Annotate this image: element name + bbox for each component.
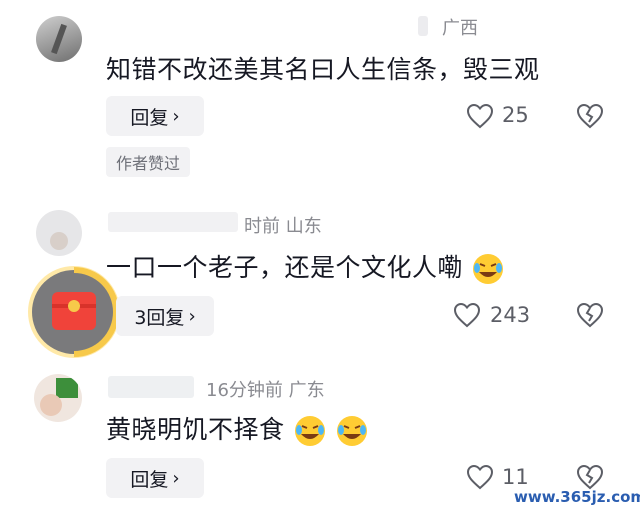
progress-ring — [73, 267, 119, 357]
laughing-emoji-icon — [473, 254, 504, 284]
comment-text-content: 一口一个老子，还是个文化人嘞 — [106, 253, 464, 282]
broken-heart-icon — [576, 103, 604, 129]
like-button[interactable] — [453, 302, 481, 328]
username[interactable] — [418, 16, 428, 36]
dislike-button[interactable] — [576, 302, 604, 328]
comment-meta: 时前 山东 — [244, 216, 322, 237]
like-count: 243 — [490, 303, 531, 327]
reply-label: 3回复 — [134, 306, 185, 329]
avatar[interactable] — [34, 374, 82, 422]
like-count: 25 — [502, 103, 529, 127]
comment-text: 黄晓明饥不择食 — [106, 410, 369, 448]
username[interactable] — [108, 376, 194, 398]
heart-outline-icon — [453, 302, 481, 328]
comment-text: 一口一个老子，还是个文化人嘞 — [106, 248, 505, 286]
reply-label: 回复 — [130, 106, 169, 129]
broken-heart-icon — [576, 302, 604, 328]
broken-heart-icon — [576, 464, 604, 490]
reply-label: 回复 — [130, 468, 169, 491]
reply-button[interactable]: 回复 › — [106, 96, 204, 136]
chevron-right-icon: › — [188, 305, 196, 327]
heart-outline-icon — [466, 103, 494, 129]
like-button[interactable] — [466, 464, 494, 490]
comment-text-content: 黄晓明饥不择食 — [106, 415, 285, 444]
author-liked-badge: 作者赞过 — [106, 147, 190, 177]
heart-outline-icon — [466, 464, 494, 490]
reply-button[interactable]: 回复 › — [106, 458, 204, 498]
dislike-button[interactable] — [576, 103, 604, 129]
chevron-right-icon: › — [172, 105, 180, 127]
red-packet-widget[interactable] — [28, 266, 120, 358]
username[interactable] — [108, 212, 238, 232]
dislike-button[interactable] — [576, 464, 604, 490]
laughing-emoji-icon — [337, 416, 368, 446]
comment-text: 知错不改还美其名曰人生信条，毁三观 — [106, 55, 540, 84]
comment-meta: 16分钟前 广东 — [206, 380, 325, 401]
reply-button[interactable]: 3回复 › — [116, 296, 214, 336]
like-count: 11 — [502, 465, 529, 489]
watermark: www.365jz.com — [514, 488, 640, 506]
avatar[interactable] — [36, 16, 82, 62]
chevron-right-icon: › — [172, 467, 180, 489]
avatar[interactable] — [36, 210, 82, 256]
comment-meta: 广西 — [442, 18, 478, 39]
laughing-emoji-icon — [294, 416, 325, 446]
